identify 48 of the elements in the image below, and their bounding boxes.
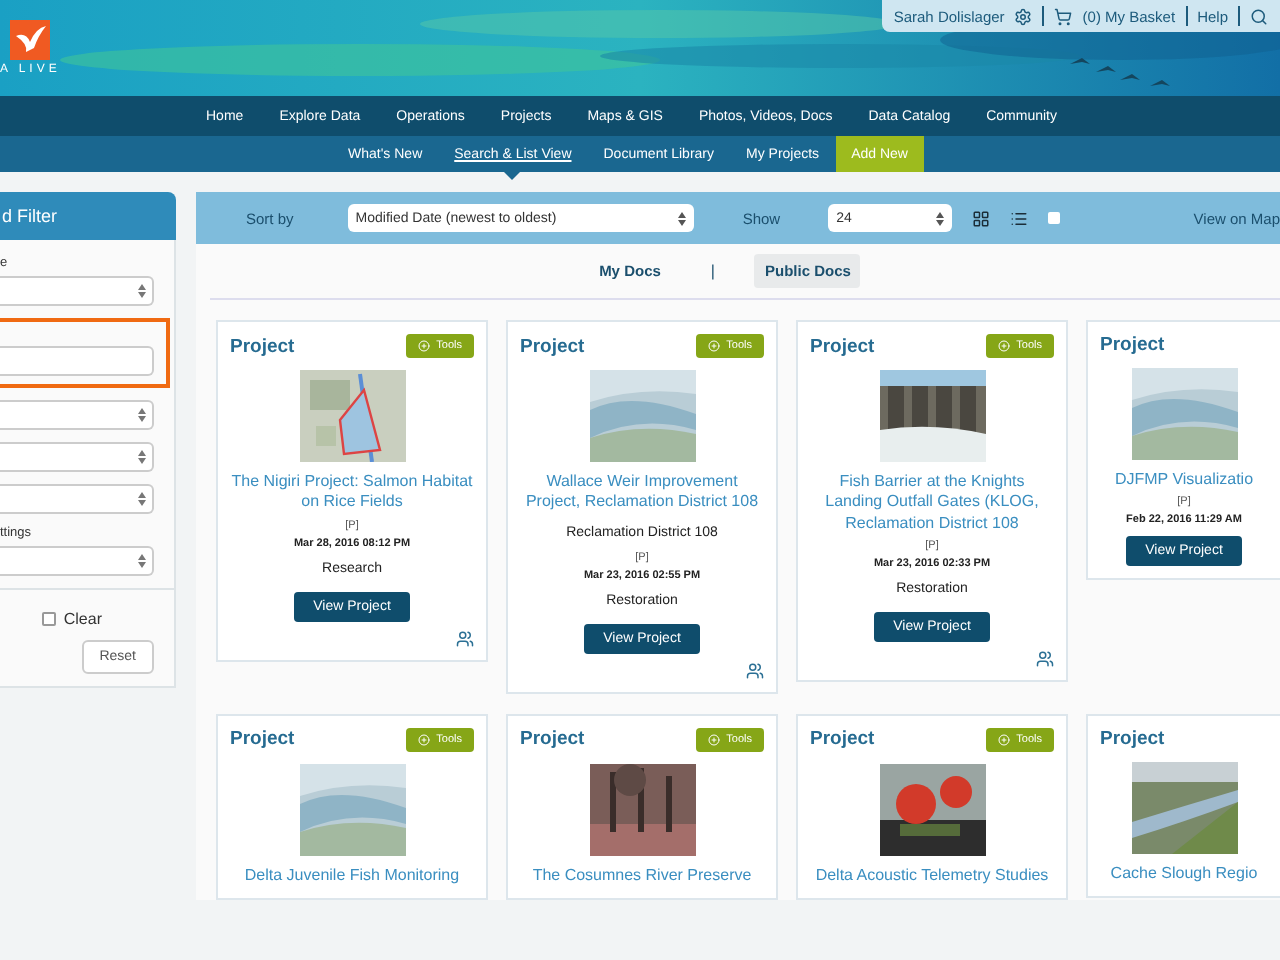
select-field[interactable] <box>0 546 154 576</box>
updown-arrows-icon <box>678 211 687 225</box>
card-type: Project <box>810 728 875 751</box>
project-title-link[interactable]: Cache Slough Regio <box>1110 863 1258 885</box>
users-icon <box>1036 650 1054 669</box>
plus-icon <box>708 733 721 746</box>
plus-icon <box>998 340 1011 352</box>
search-icon[interactable] <box>1250 7 1268 25</box>
card-type: Project <box>520 728 585 751</box>
card-type: Project <box>230 335 295 357</box>
users-icon <box>746 661 764 680</box>
users-icon <box>456 629 474 648</box>
plus-icon <box>708 340 721 352</box>
logo-icon[interactable] <box>10 20 50 60</box>
project-title-link[interactable]: DJFMP Visualizatio <box>1114 470 1254 491</box>
card-type: Project <box>1100 334 1165 356</box>
updown-arrows-icon <box>138 450 146 464</box>
grid-view-icon[interactable] <box>972 209 990 227</box>
filter-title: d Filter <box>0 192 176 240</box>
project-title-link[interactable]: Wallace Weir Improvement Project, Reclamation District 108 <box>520 472 764 514</box>
select-field[interactable] <box>0 442 154 472</box>
card-type: Project <box>810 335 875 357</box>
card-type: Project <box>520 335 585 357</box>
cart-icon[interactable] <box>1054 7 1073 25</box>
updown-arrows-icon <box>138 492 146 506</box>
updown-arrows-icon <box>138 554 146 568</box>
updown-arrows-icon <box>138 284 146 298</box>
tab-separator: | <box>710 262 715 280</box>
select-field[interactable] <box>0 484 154 514</box>
checkbox[interactable] <box>1048 212 1060 224</box>
project-title-link[interactable]: Delta Acoustic Telemetry Studies <box>815 865 1049 887</box>
project-title-link[interactable]: Fish Barrier at the Knights Landing Outfall Gates (KLOG, Reclamation District 108 <box>810 472 1054 535</box>
plus-icon <box>418 733 431 746</box>
settings-icon[interactable] <box>1014 7 1033 25</box>
input-field[interactable] <box>0 346 154 376</box>
project-title-link[interactable]: Delta Juvenile Fish Monitoring <box>244 865 460 887</box>
updown-arrows-icon <box>936 211 944 225</box>
updown-arrows-icon <box>138 408 146 422</box>
select-field[interactable] <box>0 400 154 430</box>
clear-checkbox[interactable]: Clear <box>41 610 102 628</box>
card-type: Project <box>1100 727 1165 750</box>
plus-icon <box>998 733 1011 746</box>
plus-icon <box>418 340 431 352</box>
card-type: Project <box>230 728 295 751</box>
project-title-link[interactable]: The Nigiri Project: Salmon Habitat on Rice Fields <box>230 472 474 514</box>
select-field[interactable] <box>0 276 154 306</box>
project-title-link[interactable]: The Cosumnes River Preserve <box>532 865 752 887</box>
list-view-icon[interactable] <box>1010 209 1028 227</box>
